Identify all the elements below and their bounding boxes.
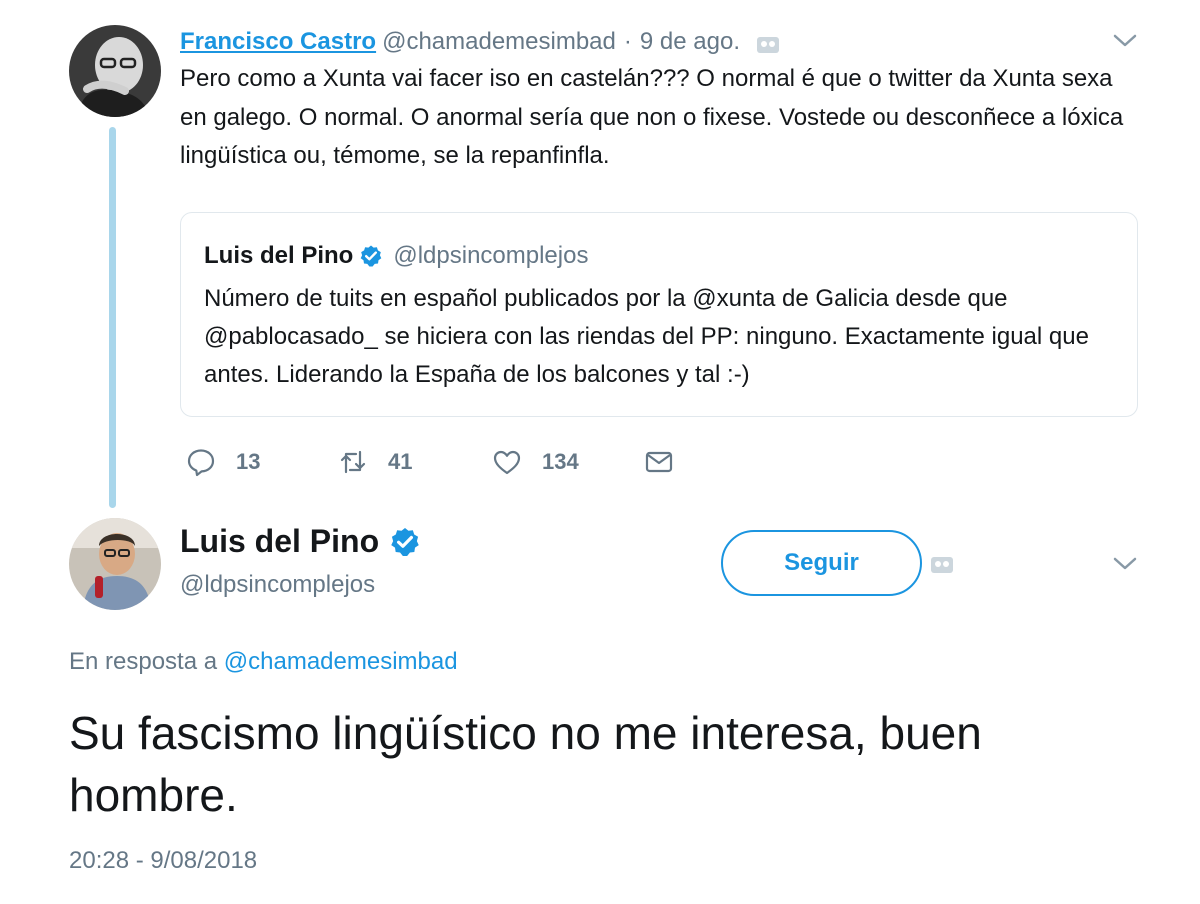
quoted-tweet-text: Número de tuits en español publicados po… (204, 285, 1089, 388)
translate-icon (756, 33, 780, 53)
avatar-luis-del-pino[interactable] (69, 518, 161, 610)
retweet-icon (340, 450, 366, 474)
header-separator: · (623, 28, 632, 55)
translate-icon (930, 556, 954, 574)
like-button[interactable]: 134 (492, 442, 579, 482)
parent-tweet-text: Pero como a Xunta vai facer iso en caste… (180, 65, 1124, 169)
reply-mention-link[interactable]: @chamademesimbad (224, 648, 458, 675)
parent-tweet-date[interactable]: 9 de ago. (640, 28, 740, 56)
like-count: 134 (542, 449, 579, 474)
reply-count: 13 (236, 449, 261, 474)
retweet-button[interactable]: 41 (338, 442, 412, 482)
author-name-row: Luis del Pino (180, 523, 421, 560)
main-tweet-text: Su fascismo lingüístico no me interesa, … (69, 707, 982, 821)
chevron-down-icon[interactable] (1112, 33, 1138, 49)
parent-author-name[interactable]: Francisco Castro (180, 28, 376, 56)
quoted-tweet-header: Luis del Pino @ldpsincomplejos (204, 240, 588, 272)
reply-button[interactable]: 13 (186, 442, 260, 482)
follow-button[interactable]: Seguir (721, 530, 922, 596)
retweet-count: 41 (388, 449, 413, 474)
author-name[interactable]: Luis del Pino (180, 523, 379, 560)
reply-icon (187, 449, 215, 477)
verified-icon (359, 244, 383, 268)
verified-icon (389, 526, 421, 558)
thread-connector-line (109, 127, 116, 508)
message-icon (645, 451, 673, 473)
like-icon (493, 450, 521, 475)
reply-prefix: En resposta a (69, 648, 218, 675)
parent-author-handle[interactable]: @chamademesimbad (382, 28, 616, 56)
quoted-author-handle: @ldpsincomplejos (393, 242, 589, 269)
tweet-timestamp[interactable]: 20:28 - 9/08/2018 (69, 847, 257, 875)
author-handle[interactable]: @ldpsincomplejos (180, 571, 375, 599)
avatar-francisco-castro[interactable] (69, 25, 161, 117)
parent-tweet-header: Francisco Castro @chamademesimbad · 9 de… (180, 26, 780, 58)
chevron-down-icon[interactable] (1112, 556, 1138, 572)
direct-message-button[interactable] (644, 442, 674, 482)
quoted-author-name: Luis del Pino (204, 242, 354, 269)
reply-context: En resposta a @chamademesimbad (69, 648, 458, 676)
